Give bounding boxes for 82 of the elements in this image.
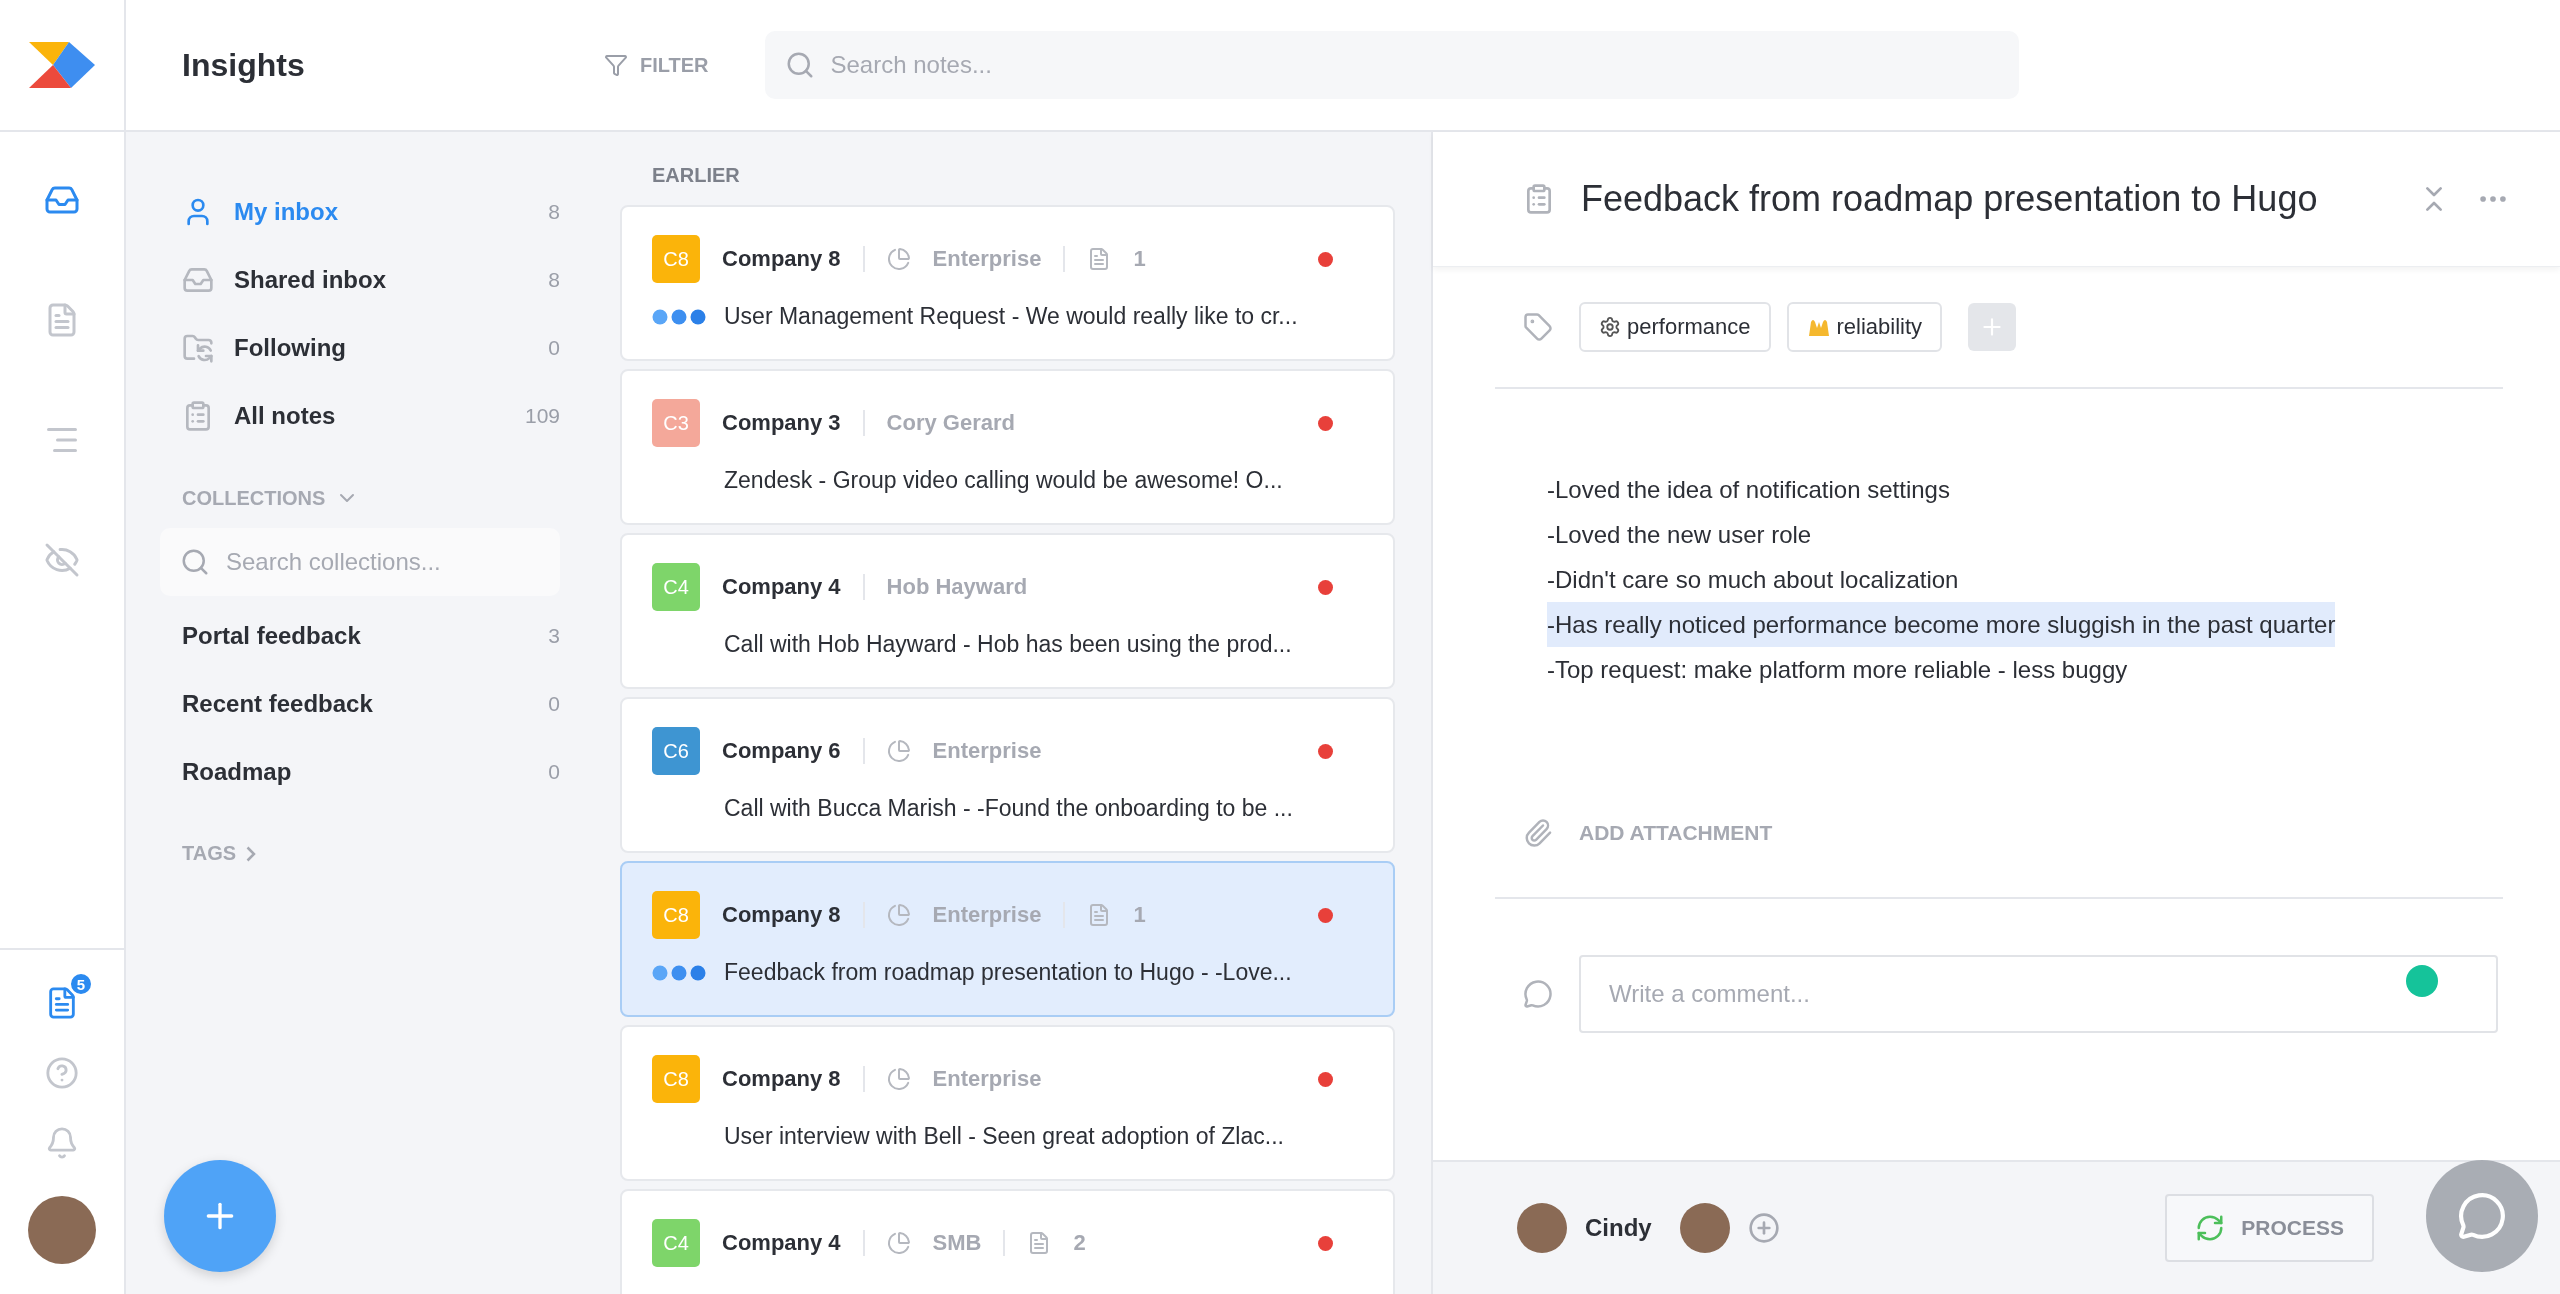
collection-item[interactable]: Portal feedback 3: [182, 602, 560, 670]
collection-item[interactable]: Roadmap 0: [182, 738, 560, 806]
chat-icon: [2457, 1191, 2507, 1241]
tag-chip[interactable]: performance: [1579, 302, 1771, 352]
add-button[interactable]: [164, 1160, 276, 1272]
note-preview: Call with Bucca Marish - -Found the onboarding to be ...: [724, 795, 1293, 822]
company-badge: C6: [652, 727, 700, 775]
section-heading: EARLIER: [651, 163, 741, 188]
pie-icon: [886, 903, 911, 927]
user-name: Cindy: [1585, 1214, 1652, 1242]
segment-label: Enterprise: [932, 1066, 1042, 1092]
company-name: Company 6: [722, 738, 841, 764]
company-badge: C8: [652, 891, 700, 939]
add-user-icon[interactable]: [1747, 1212, 1780, 1244]
company-name: Company 8: [722, 246, 841, 272]
bell-icon[interactable]: [45, 1126, 79, 1160]
note-count: 2: [1073, 1230, 1086, 1256]
note-line: -Top request: make platform more reliable - less buggy: [1547, 655, 2128, 685]
note-card[interactable]: C8 Company 8 Enterprise User interview with Bell - Seen great adoption of Zlac...: [620, 1025, 1395, 1181]
segment-label: SMB: [932, 1230, 982, 1256]
note-preview: Zendesk - Group video calling would be awesome! O...: [724, 467, 1283, 494]
segment-label: Enterprise: [932, 738, 1042, 764]
person-name: Cory Gerard: [886, 410, 1015, 436]
company-badge: C4: [652, 1219, 700, 1267]
company-name: Company 8: [722, 902, 841, 928]
company-name: Company 3: [722, 410, 841, 436]
note-title: Feedback from roadmap presentation to Hugo: [1581, 178, 2319, 220]
segment-label: Enterprise: [932, 902, 1042, 928]
add-tag-button[interactable]: [1968, 303, 2017, 351]
segment-label: Enterprise: [932, 246, 1042, 272]
gear-icon: [1599, 316, 1621, 338]
company-badge: C3: [652, 399, 700, 447]
chevron-right-icon: [246, 845, 257, 862]
company-name: Company 4: [722, 574, 841, 600]
user-avatar: [1517, 1203, 1567, 1253]
hidden-nav-icon[interactable]: [44, 542, 80, 578]
sidebar-item[interactable]: Following 0: [182, 314, 560, 382]
note-card[interactable]: C8 Company 8 Enterprise 1 User Management Request - We would really like to cr...: [620, 205, 1395, 361]
note-preview: User interview with Bell - Seen great adoption of Zlac...: [724, 1123, 1284, 1150]
note-preview: Feedback from roadmap presentation to Hugo - -Love...: [724, 959, 1292, 986]
collection-item[interactable]: Recent feedback 0: [182, 670, 560, 738]
note-preview: User Management Request - We would really like to cr...: [724, 303, 1298, 330]
note-card[interactable]: C4 Company 4 Hob Hayward Call with Hob Hayward - Hob has been using the prod...: [620, 533, 1395, 689]
pie-icon: [886, 1231, 911, 1255]
help-icon[interactable]: [45, 1056, 79, 1090]
sidebar-item[interactable]: All notes 109: [182, 382, 560, 450]
tag-icon: [1523, 312, 1553, 342]
note-card[interactable]: C8 Company 8 Enterprise 1 Feedback from roadmap presentation to Hugo - -Love...: [620, 861, 1395, 1017]
comment-field[interactable]: Write a comment...: [1579, 955, 2498, 1033]
company-badge: C8: [652, 1055, 700, 1103]
search-icon: [180, 547, 210, 577]
pie-icon: [886, 1067, 911, 1091]
filter-icon: [604, 53, 628, 77]
company-name: Company 8: [722, 1066, 841, 1092]
paperclip-icon: [1523, 818, 1553, 848]
note-line: -Loved the new user role: [1547, 520, 1812, 550]
note-line: -Loved the idea of notification settings: [1547, 475, 1950, 505]
pie-icon: [886, 247, 911, 271]
company-badge: C8: [652, 235, 700, 283]
collections-search-field[interactable]: Search collections...: [160, 528, 560, 596]
note-card[interactable]: C3 Company 3 Cory Gerard Zendesk - Group video calling would be awesome! O...: [620, 369, 1395, 525]
folder-icon: [182, 332, 214, 364]
tag-chip[interactable]: reliability: [1786, 302, 1943, 352]
note-line: -Didn't care so much about localization: [1547, 565, 1959, 595]
note-card[interactable]: C6 Company 6 Enterprise Call with Bucca Marish - -Found the onboarding to be ...: [620, 697, 1395, 853]
note-card[interactable]: C4 Company 4 SMB 2: [620, 1189, 1395, 1294]
company-name: Company 4: [722, 1230, 841, 1256]
comment-icon: [1523, 979, 1553, 1009]
note-count: 1: [1133, 902, 1146, 928]
company-badge: C4: [652, 563, 700, 611]
notification-badge: 5: [69, 972, 93, 996]
grammar-icon: [2406, 965, 2438, 997]
sidebar-item[interactable]: Shared inbox 8: [182, 246, 560, 314]
user-avatar: [1679, 1203, 1730, 1253]
search-field[interactable]: Search notes...: [764, 31, 2019, 99]
pie-icon: [886, 739, 911, 763]
note-preview: Call with Hob Hayward - Hob has been using the prod...: [724, 631, 1292, 658]
logo-icon: [29, 42, 95, 88]
note-count: 1: [1133, 246, 1146, 272]
refresh-icon: [2195, 1213, 2226, 1243]
page-title: Insights: [182, 46, 306, 84]
person-name: Hob Hayward: [886, 574, 1028, 600]
